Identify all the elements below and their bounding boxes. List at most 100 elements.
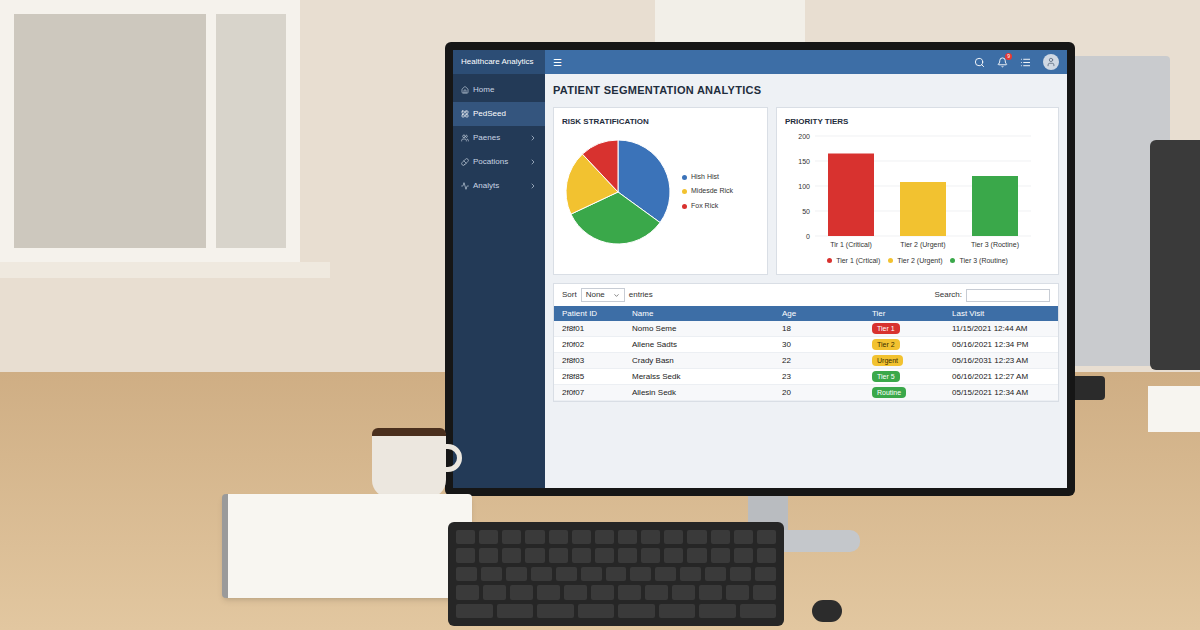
keyboard-key[interactable] — [456, 604, 493, 618]
keyboard-key[interactable] — [726, 585, 749, 599]
coffee-mug[interactable] — [372, 428, 446, 498]
table-row[interactable]: 2f8f03Crady Basn22Urgent05/16/2031 12:23… — [554, 353, 1058, 369]
keyboard-key[interactable] — [655, 567, 676, 581]
keyboard-key[interactable] — [730, 567, 751, 581]
keyboard-key[interactable] — [510, 585, 533, 599]
keyboard-key[interactable] — [525, 530, 544, 544]
keyboard-key[interactable] — [664, 548, 683, 562]
column-header[interactable]: Name — [632, 308, 782, 320]
keyboard-key[interactable] — [531, 567, 552, 581]
keyboard-key[interactable] — [672, 585, 695, 599]
keyboard-key[interactable] — [687, 548, 706, 562]
search-input[interactable] — [966, 289, 1050, 302]
avatar[interactable] — [1043, 54, 1059, 70]
keyboard-key[interactable] — [711, 548, 730, 562]
keyboard-key[interactable] — [606, 567, 627, 581]
column-header[interactable]: Tier — [872, 308, 952, 320]
keyboard-key[interactable] — [705, 567, 726, 581]
keyboard-key[interactable] — [595, 530, 614, 544]
keyboard-key[interactable] — [456, 530, 475, 544]
menu-button[interactable]: ☰ — [553, 55, 562, 70]
sort-select[interactable]: None — [581, 288, 625, 302]
keyboard-key[interactable] — [502, 530, 521, 544]
keyboard-key[interactable] — [502, 548, 521, 562]
dropdown-icon — [613, 292, 620, 299]
desk-scene: Healthcare AnalyticsHomePedSeedPaenesPoc… — [0, 0, 1200, 630]
keyboard[interactable] — [448, 522, 784, 626]
keyboard-key[interactable] — [618, 548, 637, 562]
column-header[interactable]: Last Visit — [952, 308, 1050, 320]
keyboard-key[interactable] — [456, 567, 477, 581]
tier-bar[interactable] — [828, 153, 874, 236]
sidebar-item[interactable]: Pocations — [453, 150, 545, 174]
tier-bar[interactable] — [900, 182, 946, 236]
keyboard-key[interactable] — [699, 585, 722, 599]
keyboard-key[interactable] — [757, 530, 776, 544]
keyboard-key[interactable] — [483, 585, 506, 599]
search-icon[interactable] — [974, 57, 985, 68]
keyboard-key[interactable] — [753, 585, 776, 599]
pie-slice[interactable] — [582, 140, 618, 192]
keyboard-key[interactable] — [506, 567, 527, 581]
axis-tick: 150 — [798, 157, 810, 164]
sidebar-item[interactable]: Analyts — [453, 174, 545, 198]
last-visit: 06/16/2021 12:27 AM — [952, 371, 1050, 383]
keyboard-key[interactable] — [664, 530, 683, 544]
bar-label: Tier 3 (Roctine) — [971, 241, 1019, 249]
list-icon[interactable] — [1020, 57, 1031, 68]
keyboard-key[interactable] — [641, 530, 660, 544]
keyboard-key[interactable] — [618, 530, 637, 544]
keyboard-key[interactable] — [525, 548, 544, 562]
keyboard-key[interactable] — [755, 567, 776, 581]
keyboard-key[interactable] — [734, 530, 753, 544]
keyboard-key[interactable] — [456, 585, 479, 599]
keyboard-key[interactable] — [481, 567, 502, 581]
table-row[interactable]: 2f8f85Meralss Sedk23Tier 506/16/2021 12:… — [554, 369, 1058, 385]
keyboard-key[interactable] — [556, 567, 577, 581]
keyboard-key[interactable] — [595, 548, 614, 562]
keyboard-key[interactable] — [699, 604, 736, 618]
keyboard-key[interactable] — [734, 548, 753, 562]
keyboard-key[interactable] — [687, 530, 706, 544]
table-row[interactable]: 2f8f01Nomo Seme18Tier 111/15/2021 12:44 … — [554, 321, 1058, 337]
keyboard-key[interactable] — [618, 585, 641, 599]
keyboard-key[interactable] — [564, 585, 587, 599]
keyboard-key[interactable] — [591, 585, 614, 599]
keyboard-key[interactable] — [618, 604, 655, 618]
keyboard-key[interactable] — [659, 604, 696, 618]
keyboard-key[interactable] — [549, 548, 568, 562]
notifications[interactable]: 9 — [997, 57, 1008, 68]
sidebar-item[interactable]: Paenes — [453, 126, 545, 150]
keyboard-key[interactable] — [537, 585, 560, 599]
keyboard-key[interactable] — [578, 604, 615, 618]
notebook[interactable] — [222, 494, 472, 598]
keyboard-key[interactable] — [641, 548, 660, 562]
keyboard-key[interactable] — [581, 567, 602, 581]
keyboard-key[interactable] — [456, 548, 475, 562]
table-row[interactable]: 2f0f07Allesin Sedk20Routine05/15/2021 12… — [554, 385, 1058, 401]
keyboard-key[interactable] — [572, 530, 591, 544]
tier-bar[interactable] — [972, 176, 1018, 236]
tier-badge: Tier 2 — [872, 339, 900, 350]
keyboard-key[interactable] — [537, 604, 574, 618]
sidebar-item[interactable]: PedSeed — [453, 102, 545, 126]
keyboard-key[interactable] — [757, 548, 776, 562]
dashboard-icon — [461, 110, 469, 118]
mouse[interactable] — [812, 600, 842, 622]
keyboard-key[interactable] — [497, 604, 534, 618]
legend-item: Fox Rick — [682, 201, 733, 212]
keyboard-key[interactable] — [645, 585, 668, 599]
keyboard-key[interactable] — [680, 567, 701, 581]
keyboard-key[interactable] — [740, 604, 777, 618]
column-header[interactable]: Patient ID — [562, 308, 632, 320]
keyboard-key[interactable] — [479, 530, 498, 544]
keyboard-key[interactable] — [572, 548, 591, 562]
keyboard-key[interactable] — [630, 567, 651, 581]
keyboard-key[interactable] — [711, 530, 730, 544]
table-row[interactable]: 2f0f02Allene Sadts30Tier 205/16/2021 12:… — [554, 337, 1058, 353]
bar-label: Tir 1 (Critical) — [830, 241, 872, 249]
keyboard-key[interactable] — [549, 530, 568, 544]
sidebar-item[interactable]: Home — [453, 78, 545, 102]
keyboard-key[interactable] — [479, 548, 498, 562]
column-header[interactable]: Age — [782, 308, 872, 320]
